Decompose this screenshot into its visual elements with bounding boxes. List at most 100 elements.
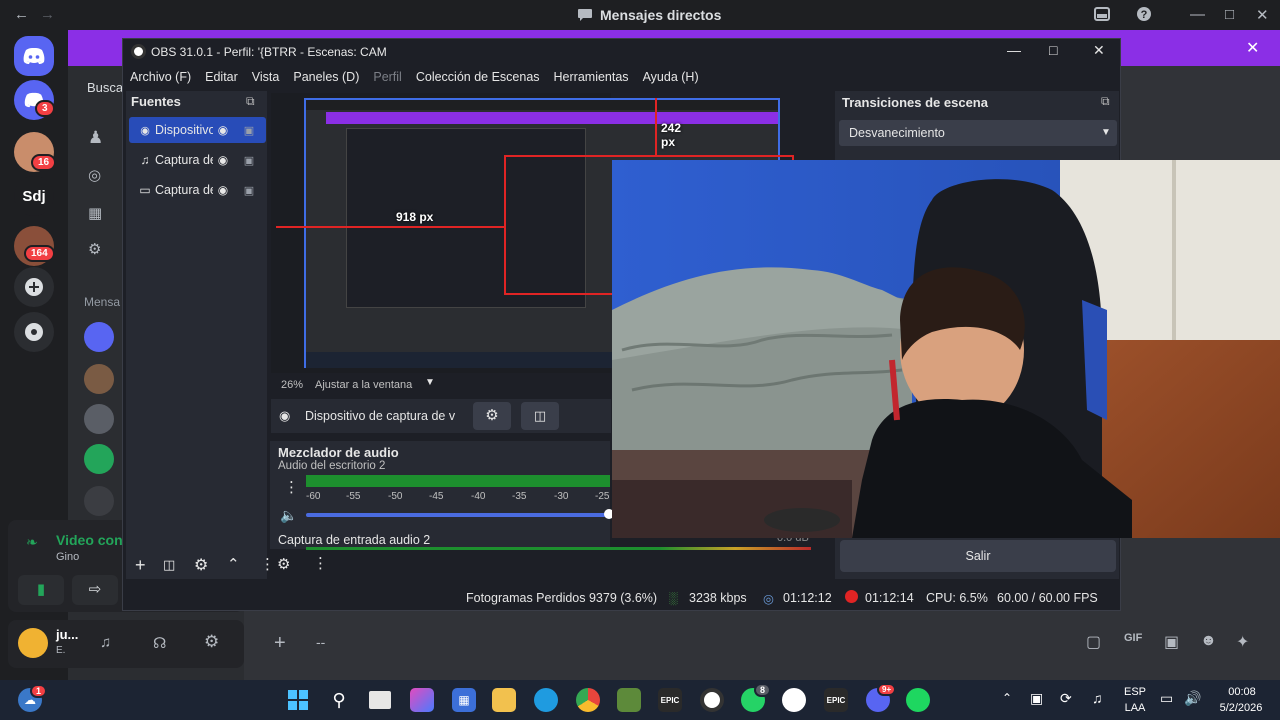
menu-editar[interactable]: Editar bbox=[198, 67, 245, 89]
shop-icon[interactable]: ▦ bbox=[88, 204, 102, 222]
zoom-dropdown-icon[interactable]: ▼ bbox=[425, 377, 435, 388]
copilot-icon[interactable] bbox=[410, 688, 434, 712]
nitro-icon[interactable]: ◎ bbox=[88, 166, 101, 184]
add-source-button[interactable]: + bbox=[135, 555, 146, 576]
search-icon[interactable]: ⚲ bbox=[327, 688, 351, 712]
fit-window-label[interactable]: Ajustar a la ventana bbox=[315, 379, 412, 391]
screenshare-button[interactable]: ⇨ bbox=[72, 575, 118, 605]
gif-icon[interactable]: GIF bbox=[1124, 632, 1142, 644]
chrome-icon[interactable] bbox=[576, 688, 600, 712]
back-arrow-icon[interactable]: ← bbox=[14, 6, 29, 23]
maximize-icon[interactable]: □ bbox=[1225, 6, 1234, 23]
dm-avatar[interactable] bbox=[84, 364, 114, 394]
input-language-layout[interactable]: LAA bbox=[1120, 702, 1150, 714]
eye-icon[interactable]: ◉ bbox=[213, 153, 233, 167]
track-menu-icon[interactable]: ⋮ bbox=[284, 478, 299, 496]
add-server-icon[interactable] bbox=[14, 267, 54, 307]
menu-coleccion[interactable]: Colección de Escenas bbox=[409, 67, 547, 89]
dm-avatar[interactable] bbox=[84, 486, 114, 516]
store-icon[interactable]: ▦ bbox=[452, 688, 476, 712]
tray-sync-icon[interactable]: ⟳ bbox=[1060, 690, 1072, 707]
close-icon[interactable]: ✕ bbox=[1256, 6, 1269, 24]
clock-date[interactable]: 5/2/2026 bbox=[1206, 702, 1276, 714]
inbox-icon[interactable] bbox=[1094, 6, 1110, 26]
source-item-display-capture[interactable]: ▭ Captura de ◉ ▣ bbox=[129, 177, 266, 203]
source-properties-gear-icon[interactable]: ⚙ bbox=[194, 555, 208, 575]
sources-title: Fuentes bbox=[131, 94, 181, 109]
add-attachment-icon[interactable]: + bbox=[274, 632, 286, 655]
obs-close-icon[interactable]: ✕ bbox=[1093, 42, 1105, 59]
microphone-icon[interactable]: ♫ bbox=[100, 634, 111, 651]
source-item-audio-capture[interactable]: ♫ Captura de ◉ ▣ bbox=[129, 147, 266, 173]
move-up-icon[interactable]: ⌃ bbox=[227, 555, 240, 573]
windows-start-icon[interactable] bbox=[286, 688, 310, 712]
more-menu-icon[interactable]: ⋮ bbox=[260, 555, 275, 573]
steam-icon[interactable] bbox=[782, 688, 806, 712]
discord-window-title: Mensajes directos bbox=[600, 7, 722, 23]
banner-close-icon[interactable]: ✕ bbox=[1246, 38, 1259, 58]
dm-avatar[interactable] bbox=[84, 404, 114, 434]
source-filters-button[interactable]: ◫ bbox=[521, 402, 559, 430]
epic-games-icon[interactable]: EPIC bbox=[658, 688, 682, 712]
source-properties-button[interactable]: ⚙ bbox=[473, 402, 511, 430]
edge-icon[interactable] bbox=[534, 688, 558, 712]
source-item-camera[interactable]: ◉ Dispositivo ◉ ▣ bbox=[129, 117, 266, 143]
menu-herramientas[interactable]: Herramientas bbox=[547, 67, 636, 89]
file-explorer-icon[interactable] bbox=[492, 688, 516, 712]
explore-icon[interactable] bbox=[14, 312, 54, 352]
friends-icon[interactable]: ♟ bbox=[88, 128, 103, 148]
gift-icon[interactable]: ▢ bbox=[1086, 632, 1101, 652]
menu-archivo[interactable]: Archivo (F) bbox=[123, 67, 198, 89]
undock-icon[interactable]: ⧉ bbox=[246, 94, 255, 109]
epic-games-icon-2[interactable]: EPIC bbox=[824, 688, 848, 712]
transition-select[interactable]: Desvanecimiento ▼ bbox=[839, 120, 1117, 146]
volume-icon[interactable]: 🔊 bbox=[1184, 690, 1201, 707]
obs-window-title: OBS 31.0.1 - Perfil: '{BTRR - Escenas: C… bbox=[151, 45, 387, 59]
camera-button[interactable]: ▮ bbox=[18, 575, 64, 605]
undock-icon[interactable]: ⧉ bbox=[1101, 94, 1110, 109]
input-language[interactable]: ESP bbox=[1120, 686, 1150, 698]
eye-icon[interactable]: ◉ bbox=[213, 123, 233, 137]
minecraft-icon[interactable] bbox=[617, 688, 641, 712]
menu-ayuda[interactable]: Ayuda (H) bbox=[636, 67, 706, 89]
remove-source-icon[interactable]: ◫ bbox=[163, 557, 175, 573]
exit-button[interactable]: Salir bbox=[840, 540, 1116, 572]
lock-icon[interactable]: ▣ bbox=[239, 124, 259, 137]
headphones-icon[interactable]: ☊ bbox=[153, 634, 166, 652]
spotify-icon[interactable] bbox=[906, 688, 930, 712]
obs-minimize-icon[interactable]: — bbox=[1007, 42, 1021, 58]
mixer-menu-icon[interactable]: ⋮ bbox=[313, 554, 328, 572]
quests-icon[interactable]: ⚙ bbox=[88, 240, 101, 258]
speaker-icon[interactable]: 🔈 bbox=[280, 507, 297, 524]
eye-icon[interactable]: ◉ bbox=[213, 183, 233, 197]
server-sdj[interactable]: Sdj bbox=[14, 176, 54, 216]
menu-vista[interactable]: Vista bbox=[245, 67, 287, 89]
tray-mic-icon[interactable]: ♫ bbox=[1092, 690, 1103, 706]
user-avatar[interactable] bbox=[18, 628, 48, 658]
dm-avatar[interactable] bbox=[84, 322, 114, 352]
network-icon[interactable]: ▭ bbox=[1160, 690, 1173, 707]
tray-chevron-up-icon[interactable]: ⌃ bbox=[1002, 691, 1012, 705]
dm-avatar[interactable] bbox=[84, 444, 114, 474]
help-icon[interactable]: ? bbox=[1136, 6, 1152, 26]
volume-slider[interactable] bbox=[306, 513, 606, 517]
menu-paneles[interactable]: Paneles (D) bbox=[286, 67, 366, 89]
tray-app-icon[interactable]: ▣ bbox=[1030, 690, 1043, 707]
clock-time[interactable]: 00:08 bbox=[1212, 686, 1272, 698]
task-view-icon[interactable] bbox=[369, 691, 391, 709]
mixer-advanced-gear-icon[interactable]: ⚙ bbox=[277, 555, 290, 573]
settings-gear-icon[interactable]: ⚙ bbox=[204, 632, 219, 652]
obs-maximize-icon[interactable]: □ bbox=[1049, 42, 1057, 58]
forward-arrow-icon[interactable]: → bbox=[40, 6, 55, 23]
emoji-icon[interactable]: ☻ bbox=[1200, 632, 1217, 650]
preview-canvas[interactable]: 242 px 918 px bbox=[271, 93, 794, 373]
menu-perfil[interactable]: Perfil bbox=[366, 67, 408, 89]
sticker-icon[interactable]: ▣ bbox=[1164, 632, 1179, 652]
minimize-icon[interactable]: — bbox=[1190, 6, 1205, 23]
obs-taskbar-icon[interactable] bbox=[700, 688, 724, 712]
apps-icon[interactable]: ✦ bbox=[1236, 632, 1249, 652]
chat-input[interactable]: -- bbox=[316, 634, 325, 650]
discord-home-icon[interactable] bbox=[14, 36, 54, 76]
lock-icon[interactable]: ▣ bbox=[239, 184, 259, 197]
lock-icon[interactable]: ▣ bbox=[239, 154, 259, 167]
